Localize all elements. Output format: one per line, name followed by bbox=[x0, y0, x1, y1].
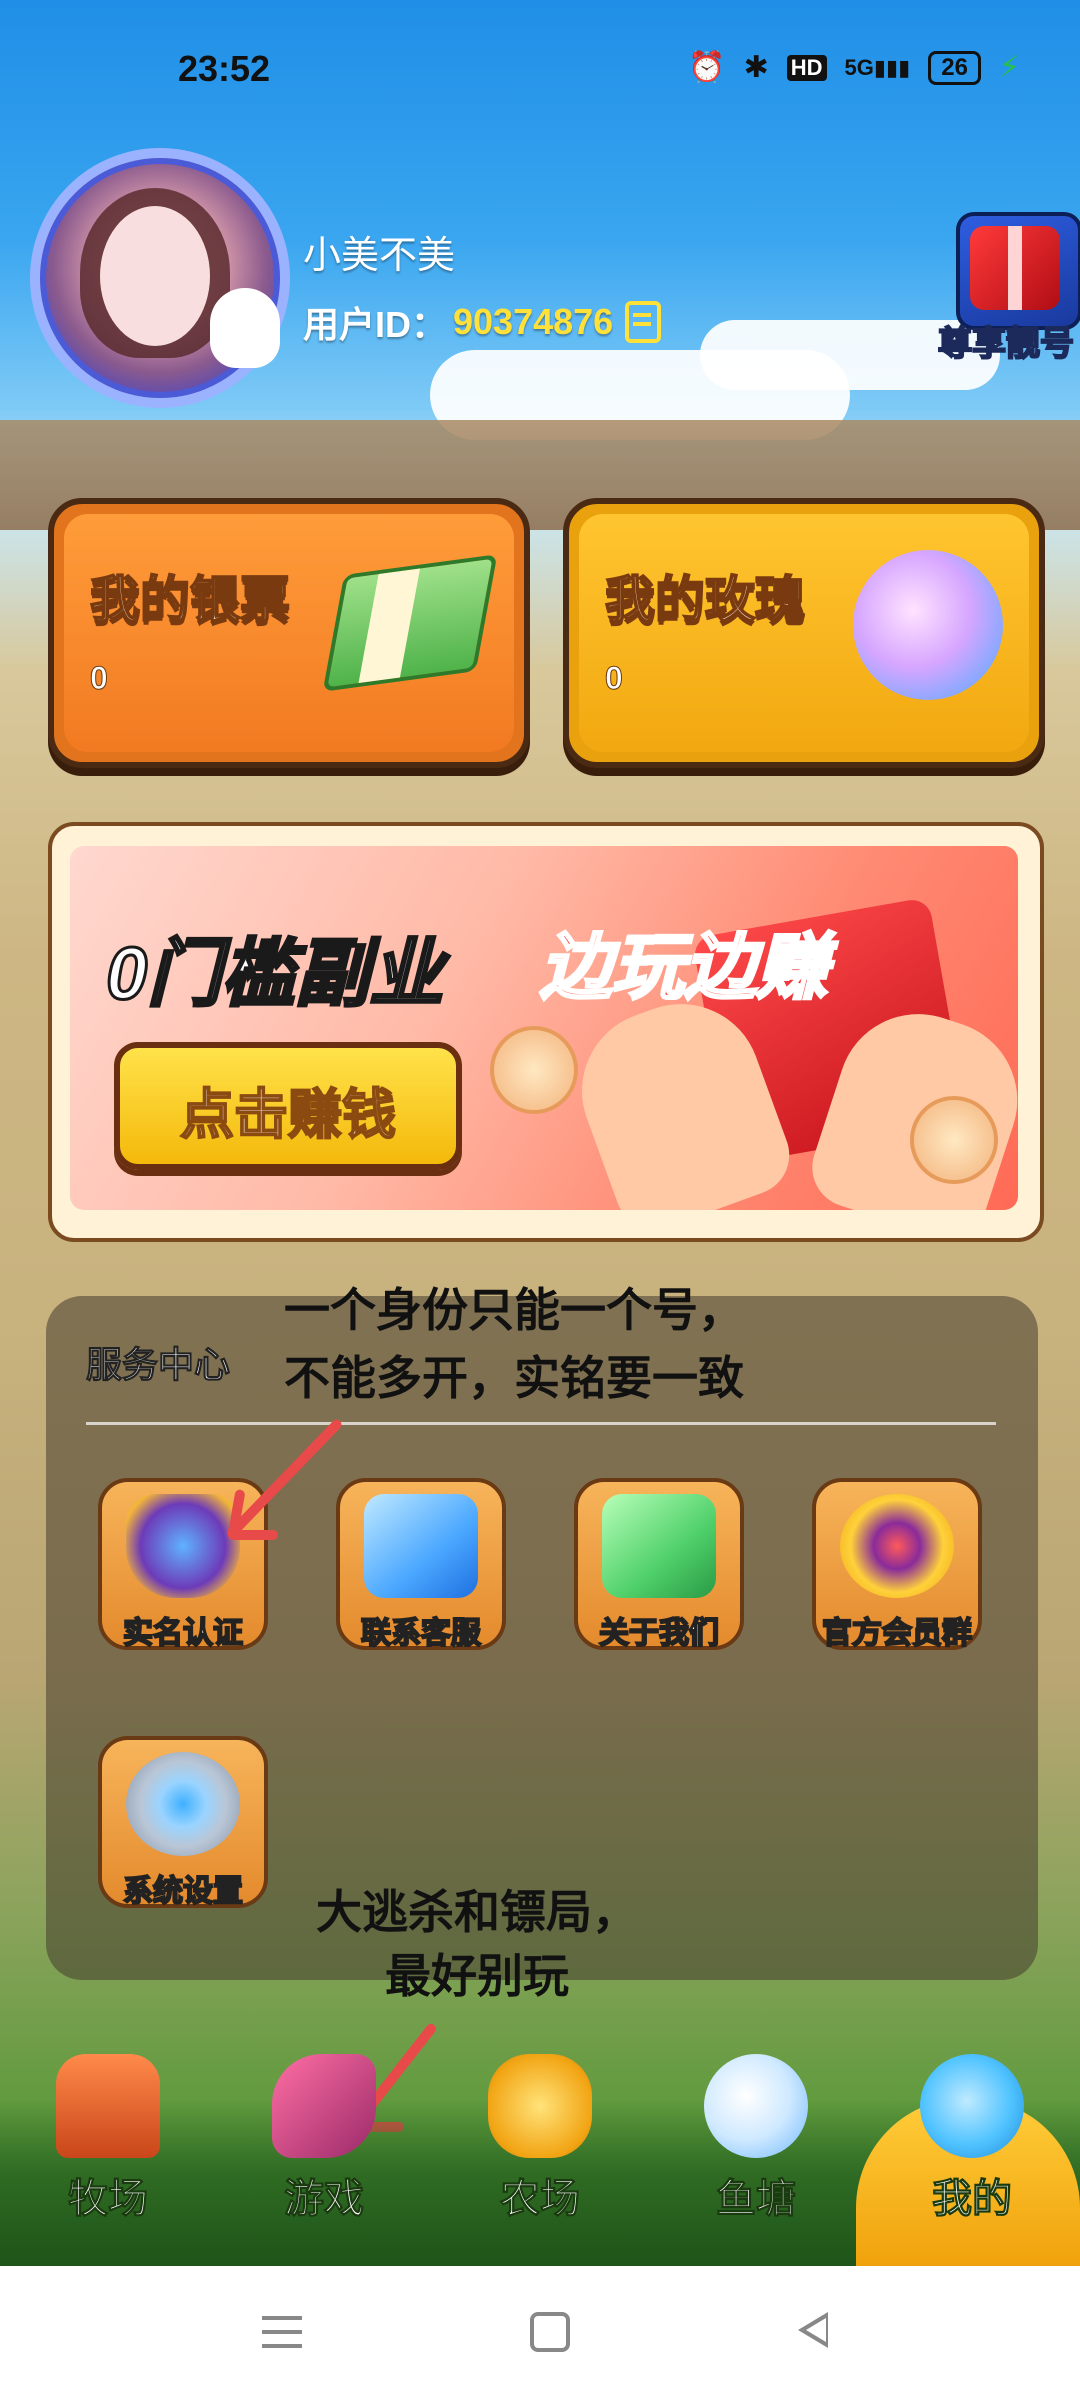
vip-label: 尊享靓号 bbox=[937, 324, 1075, 364]
alarm-icon: ⏰ bbox=[688, 51, 726, 84]
rose-icon bbox=[853, 550, 1003, 700]
username: 小美不美 bbox=[303, 235, 456, 277]
card-value: 0 bbox=[605, 660, 624, 697]
banner-title-left: 0门槛副业 bbox=[104, 931, 444, 1017]
menu-icon[interactable] bbox=[256, 2310, 316, 2356]
coin-icon bbox=[490, 1026, 578, 1114]
home-icon[interactable] bbox=[524, 2310, 584, 2356]
nav-label: 游戏 bbox=[284, 2177, 365, 2222]
annotation-line: 大逃杀和镖局， bbox=[316, 1886, 638, 1938]
coin-icon bbox=[910, 1096, 998, 1184]
service-contact-support[interactable]: 联系客服 bbox=[336, 1478, 506, 1651]
nav-item-farm[interactable]: 农场 bbox=[440, 2030, 640, 2266]
service-label: 系统设置 bbox=[122, 1874, 244, 1909]
annotation-line: 一个身份只能一个号， bbox=[284, 1284, 744, 1336]
card-title: 我的银票 bbox=[89, 571, 291, 629]
annotation-line: 最好别玩 bbox=[385, 1950, 569, 2002]
card-title: 我的玫瑰 bbox=[604, 571, 806, 629]
gift-box-icon bbox=[970, 226, 1060, 310]
copy-icon[interactable] bbox=[625, 301, 662, 343]
nav-item-ranch[interactable]: 牧场 bbox=[8, 2030, 208, 2266]
nav-label: 农场 bbox=[500, 2177, 581, 2222]
avatar-bunny bbox=[210, 288, 280, 368]
fish-pond-icon bbox=[704, 2054, 808, 2158]
annotation-line: 不能多开，实铭要一致 bbox=[284, 1352, 744, 1404]
user-id-label: 用户ID： bbox=[303, 304, 448, 345]
battery-icon: 26 bbox=[928, 50, 981, 85]
gear-icon bbox=[126, 1752, 240, 1856]
rose-card[interactable]: 我的玫瑰 0 bbox=[563, 498, 1045, 768]
service-label: 官方会员群 bbox=[821, 1616, 973, 1651]
status-icons: ⏰ ✱ HD 5G▮▮▮ 26 ⚡ bbox=[688, 50, 1020, 85]
status-bar: 23:52 ⏰ ✱ HD 5G▮▮▮ 26 ⚡ bbox=[0, 0, 1080, 120]
bluetooth-icon: ✱ bbox=[743, 51, 769, 84]
earn-money-button[interactable]: 点击赚钱 bbox=[114, 1042, 462, 1170]
service-center-title: 服务中心 bbox=[85, 1344, 231, 1386]
nav-item-game[interactable]: 游戏 bbox=[224, 2030, 424, 2266]
vip-number-button[interactable]: 尊享靓号 bbox=[936, 212, 1080, 364]
trophy-icon bbox=[840, 1494, 954, 1598]
service-label: 实名认证 bbox=[122, 1616, 244, 1651]
system-nav-bar bbox=[0, 2266, 1080, 2400]
nav-label: 我的 bbox=[932, 2177, 1013, 2222]
profile-icon bbox=[920, 2054, 1024, 2158]
network-icon: 5G▮▮▮ bbox=[844, 54, 911, 80]
about-icon bbox=[602, 1494, 716, 1598]
hd-icon: HD bbox=[786, 54, 827, 81]
earn-money-label: 点击赚钱 bbox=[179, 1084, 397, 1146]
customer-service-icon bbox=[364, 1494, 478, 1598]
divider bbox=[86, 1422, 996, 1425]
annotation-note-2: 大逃杀和镖局， 最好别玩 bbox=[316, 1880, 638, 2008]
back-icon[interactable] bbox=[792, 2310, 852, 2356]
nav-item-profile[interactable]: 我的 bbox=[872, 2030, 1072, 2266]
banner-title-right: 边玩边赚 bbox=[538, 927, 829, 1010]
silver-ticket-card[interactable]: 我的银票 0 bbox=[48, 498, 530, 768]
nav-item-fish-pond[interactable]: 鱼塘 bbox=[656, 2030, 856, 2266]
service-label: 关于我们 bbox=[598, 1616, 720, 1651]
user-id-value: 90374876 bbox=[453, 301, 614, 342]
avatar-face bbox=[100, 206, 210, 346]
bottom-nav: 牧场 游戏 农场 鱼塘 我的 bbox=[0, 2030, 1080, 2266]
promo-banner-art: 0门槛副业 边玩边赚 点击赚钱 bbox=[70, 846, 1018, 1210]
card-value: 0 bbox=[90, 660, 109, 697]
game-icon bbox=[272, 2054, 376, 2158]
nav-label: 牧场 bbox=[68, 2177, 149, 2222]
avatar[interactable] bbox=[30, 148, 290, 408]
nav-label: 鱼塘 bbox=[716, 2177, 797, 2222]
promo-banner[interactable]: 0门槛副业 边玩边赚 点击赚钱 bbox=[48, 822, 1044, 1242]
service-system-settings[interactable]: 系统设置 bbox=[98, 1736, 268, 1909]
farm-icon bbox=[488, 2054, 592, 2158]
charging-icon: ⚡ bbox=[998, 51, 1020, 84]
user-id-row: 用户ID： 90374876 bbox=[303, 296, 662, 348]
shield-icon bbox=[126, 1494, 240, 1598]
service-official-group[interactable]: 官方会员群 bbox=[812, 1478, 982, 1651]
service-label: 联系客服 bbox=[360, 1616, 482, 1651]
annotation-note-1: 一个身份只能一个号， 不能多开，实铭要一致 bbox=[284, 1276, 744, 1412]
service-about-us[interactable]: 关于我们 bbox=[574, 1478, 744, 1651]
ranch-icon bbox=[56, 2054, 160, 2158]
status-time: 23:52 bbox=[178, 48, 271, 89]
